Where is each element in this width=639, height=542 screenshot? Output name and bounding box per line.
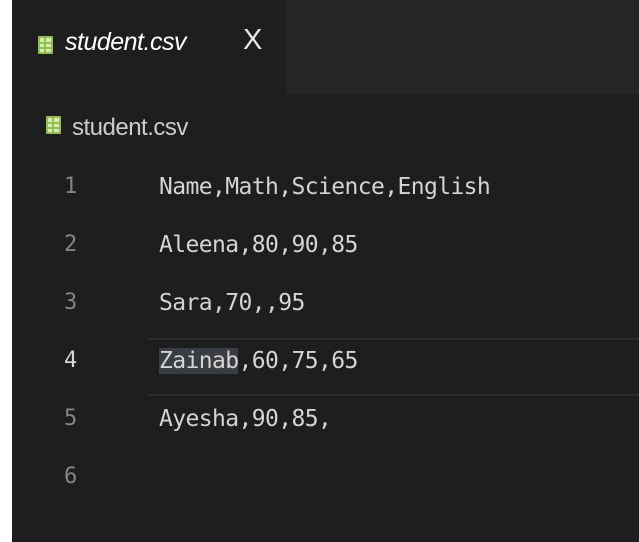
- line-number: 1: [64, 174, 78, 199]
- line-text-rest[interactable]: ,60,75,65: [238, 348, 358, 374]
- line-text[interactable]: Ayesha,90,85,: [159, 406, 332, 432]
- line-number: 2: [64, 232, 78, 257]
- line-number: 3: [64, 290, 78, 315]
- tab-label: student.csv: [65, 28, 186, 56]
- line-number: 5: [64, 406, 78, 431]
- line-text[interactable]: Sara,70,,95: [159, 290, 305, 316]
- tab-bar: student.csv X: [12, 0, 639, 94]
- line-text[interactable]: Zainab,60,75,65: [159, 348, 358, 374]
- line-text[interactable]: Name,Math,Science,English: [159, 174, 491, 200]
- line-number: 4: [64, 348, 78, 373]
- tab-student-csv[interactable]: student.csv X: [12, 0, 286, 94]
- breadcrumb-item-file[interactable]: student.csv: [72, 114, 188, 142]
- selected-text[interactable]: Zainab: [159, 348, 239, 374]
- csv-file-icon: [46, 116, 61, 134]
- code-line-current[interactable]: 4 Zainab,60,75,65: [12, 338, 639, 404]
- editor-window: student.csv X student.csv 1 Name,Math,Sc…: [12, 0, 639, 542]
- line-number: 6: [64, 464, 78, 489]
- code-line[interactable]: 5 Ayesha,90,85,: [12, 400, 639, 462]
- code-line[interactable]: 3 Sara,70,,95: [12, 284, 639, 346]
- close-icon[interactable]: X: [243, 24, 262, 57]
- csv-file-icon: [38, 36, 53, 54]
- line-text[interactable]: Aleena,80,90,85: [159, 232, 358, 258]
- breadcrumb: student.csv: [12, 94, 639, 168]
- code-line[interactable]: 2 Aleena,80,90,85: [12, 226, 639, 288]
- code-line[interactable]: 1 Name,Math,Science,English: [12, 168, 639, 230]
- code-line[interactable]: 6: [12, 458, 639, 520]
